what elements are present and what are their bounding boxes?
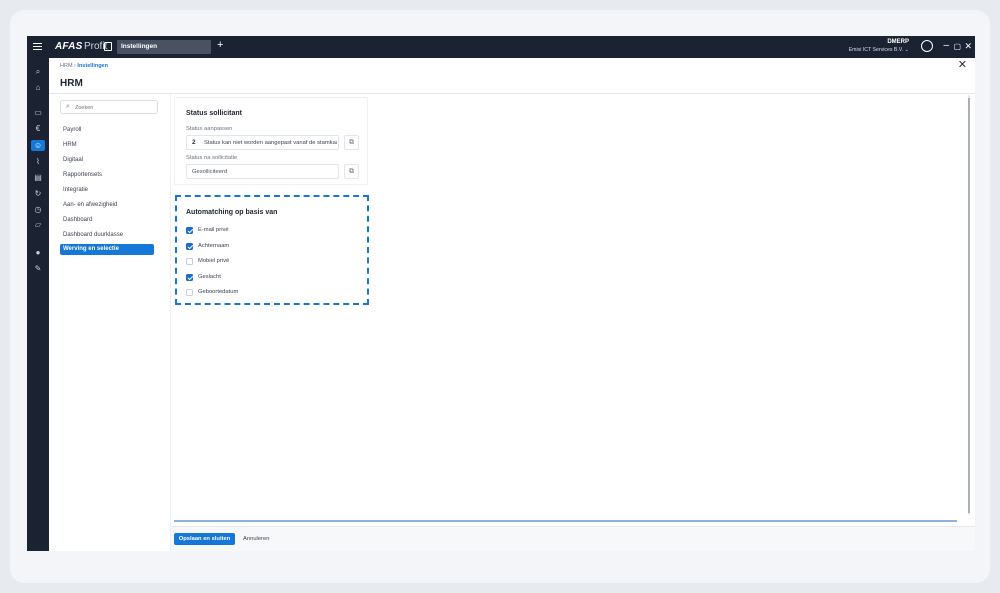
field-label-status-aanpassen: Status aanpassen — [186, 126, 233, 132]
environment-company[interactable]: Emixi ICT Services B.V. ⌄ — [849, 47, 909, 53]
sync-icon[interactable]: ↻ — [34, 190, 42, 198]
menu-item[interactable]: Rapportensets — [60, 168, 154, 183]
status-na-sollicitatie-field[interactable]: Gesolliciteerd — [186, 164, 339, 179]
menu-item[interactable]: Digitaal — [60, 153, 154, 168]
automatching-title: Automatching op basis van — [186, 209, 278, 216]
calendar-icon[interactable]: ▭ — [34, 109, 42, 117]
search-icon[interactable]: ⌕ — [34, 68, 42, 76]
lookup-button-status-aanpassen[interactable]: ⧉ — [344, 135, 359, 150]
checkbox[interactable] — [186, 289, 193, 296]
timer-icon[interactable]: ◷ — [34, 206, 42, 214]
close-window-button[interactable]: ✕ — [964, 41, 972, 52]
people-icon: ☺ — [34, 141, 43, 150]
progress-bar — [174, 520, 957, 522]
cancel-button[interactable]: Annuleren — [243, 533, 269, 545]
automatching-section: Automatching op basis van E-mail privé Ac… — [175, 195, 369, 305]
checkbox[interactable] — [186, 258, 193, 265]
euro-icon[interactable]: € — [34, 125, 42, 133]
document-icon[interactable] — [104, 42, 112, 51]
add-tab-button[interactable]: + — [217, 39, 223, 51]
menu-separator — [170, 94, 171, 551]
checkbox-label: Achternaam — [198, 242, 230, 249]
checkbox-label: Mobiel privé — [198, 258, 230, 264]
status-aanpassen-field[interactable]: 2 Status kan niet worden aangepast vanaf… — [186, 135, 339, 150]
menu-item[interactable]: Payroll — [60, 123, 154, 138]
user-avatar-icon[interactable] — [921, 40, 933, 52]
chart-icon[interactable]: ⌇ — [34, 158, 42, 166]
search-icon: ⌕ — [66, 103, 70, 110]
menu-item[interactable]: Werving en selectie — [60, 244, 154, 255]
menu-item[interactable]: Integratie — [60, 183, 154, 198]
lookup-button-status-na-sollicitatie[interactable]: ⧉ — [344, 164, 359, 179]
breadcrumb: HRM › Instellingen — [60, 63, 108, 69]
checkbox[interactable] — [186, 227, 193, 234]
app-window: AFAS Profit Instellingen + DMERP Emixi I… — [27, 36, 975, 551]
home-icon[interactable]: ⌂ — [34, 84, 42, 92]
settings-menu: Payroll HRM Digitaal Rapportensets Integrati… — [60, 123, 154, 255]
menu-item[interactable]: Dashboard — [60, 213, 154, 228]
close-page-button[interactable]: ✕ — [958, 58, 967, 71]
checkbox[interactable] — [186, 242, 193, 250]
page-title: HRM — [60, 78, 83, 89]
scrollbar-thumb[interactable] — [968, 98, 970, 513]
left-rail: ⌕ ⌂ ▭ € ☺ ⌇ ▤ ↻ ◷ ▱ ● ✎ — [27, 58, 49, 551]
header-divider — [49, 93, 975, 94]
menu-item[interactable]: HRM — [60, 138, 154, 153]
menu-item[interactable]: Aan- en afwezigheid — [60, 198, 154, 213]
search-box[interactable]: ⌕ — [60, 100, 158, 114]
save-and-close-button[interactable]: Opslaan en sluiten — [174, 533, 235, 545]
breadcrumb-root[interactable]: HRM — [60, 63, 73, 69]
menu-icon[interactable] — [33, 43, 42, 50]
checkbox-label: Geboortedatum — [198, 289, 239, 295]
breadcrumb-current[interactable]: Instellingen — [77, 63, 108, 69]
environment-name[interactable]: DMERP — [887, 39, 909, 45]
status-na-sollicitatie-value: Gesolliciteerd — [192, 168, 228, 175]
checkbox-label: E-mail privé — [198, 227, 229, 233]
top-bar: AFAS Profit Instellingen + DMERP Emixi I… — [27, 36, 975, 58]
minimize-button[interactable]: – — [943, 40, 949, 51]
tab-instellingen[interactable]: Instellingen — [117, 40, 211, 54]
field-label-status-na-sollicitatie: Status na sollicitatie — [186, 155, 238, 161]
card-title: Status sollicitant — [186, 110, 243, 117]
inbox-icon[interactable]: ▱ — [34, 221, 42, 229]
lightbulb-icon[interactable]: ● — [34, 249, 42, 257]
status-code: 2 — [192, 139, 196, 146]
restore-button[interactable]: ▢ — [953, 42, 961, 51]
status-aanpassen-value: Status kan niet worden aangepast vanaf d… — [204, 139, 337, 146]
progress-fill — [174, 520, 957, 522]
checkbox-label: Geslacht — [198, 273, 221, 280]
menu-item[interactable]: Dashboard duurklasse — [60, 228, 154, 243]
edit-icon[interactable]: ✎ — [34, 265, 42, 273]
tab-label: Instellingen — [121, 43, 158, 50]
status-sollicitant-card: Status sollicitant Status aanpassen 2 St… — [174, 97, 368, 185]
report-icon[interactable]: ▤ — [34, 174, 42, 182]
footer-bar: Opslaan en sluiten Annuleren — [171, 526, 975, 551]
brand-logo: AFAS — [55, 41, 83, 52]
search-input[interactable] — [75, 103, 155, 112]
checkbox[interactable] — [186, 273, 193, 281]
